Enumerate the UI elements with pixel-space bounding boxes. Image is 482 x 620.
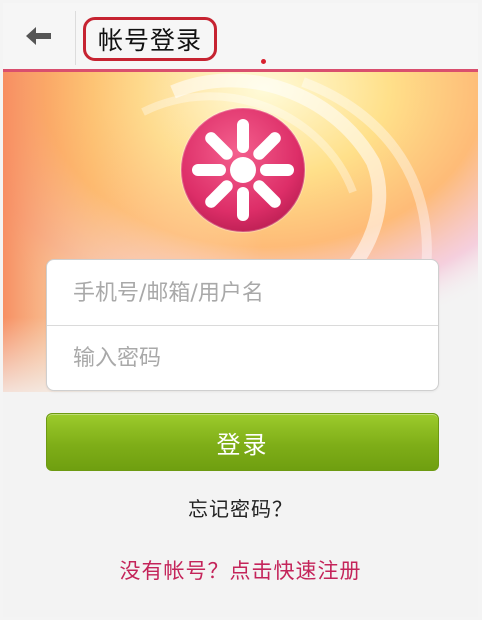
register-link[interactable]: 没有帐号？点击快速注册 (3, 555, 478, 585)
login-form (46, 259, 439, 391)
username-input[interactable] (47, 261, 438, 326)
forgot-password-link[interactable]: 忘记密码？ (3, 493, 478, 522)
password-input[interactable] (47, 326, 438, 391)
page-title: 帐号登录 (98, 26, 203, 55)
arrow-left-icon (26, 27, 51, 45)
red-dot (261, 59, 266, 64)
header-bar: 帐号登录 (3, 3, 478, 69)
login-button[interactable]: 登录 (46, 413, 439, 471)
back-button[interactable] (17, 17, 61, 55)
header-separator (75, 11, 76, 65)
asterisk-flower-icon (180, 107, 306, 233)
app-frame: 帐号登录 手机号/邮箱/用户名 登录 忘记密码？ 没有帐号？点击快速注册 (3, 3, 478, 617)
title-highlight: 帐号登录 (83, 17, 218, 61)
